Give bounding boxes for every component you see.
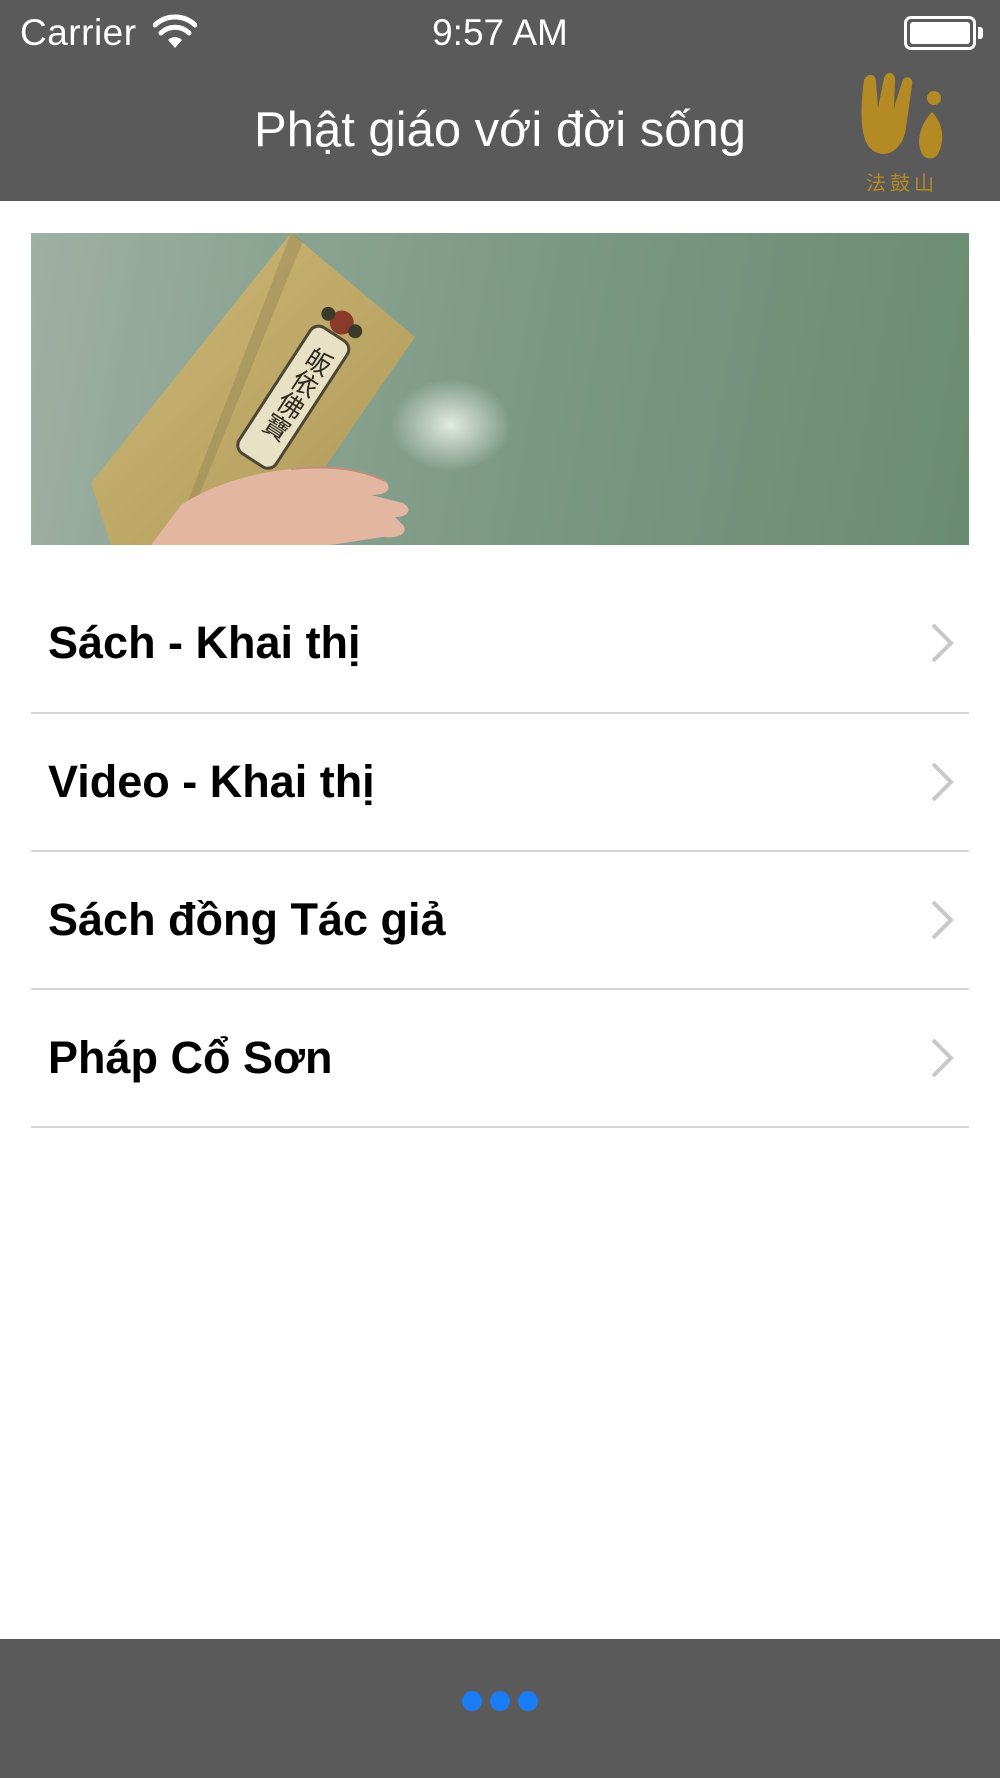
logo-text: 法鼓山 — [866, 173, 938, 195]
app-screen: Carrier 9:57 AM Phật giáo với đời sống 法… — [0, 0, 1000, 1778]
menu-item-dharma-drum[interactable]: Pháp Cổ Sơn — [31, 990, 969, 1128]
banner-image: 皈依佛寶 — [31, 233, 969, 545]
status-time: 9:57 AM — [432, 12, 568, 53]
dot — [490, 1691, 510, 1711]
menu-item-label: Pháp Cổ Sơn — [48, 1032, 333, 1083]
navigation-bar: Carrier 9:57 AM Phật giáo với đời sống 法… — [0, 0, 1000, 201]
menu-item-label: Sách đồng Tác giả — [48, 894, 446, 945]
menu-item-coauthored-books[interactable]: Sách đồng Tác giả — [31, 852, 969, 990]
chevron-right-icon — [931, 623, 954, 663]
dot — [518, 1691, 538, 1711]
menu-list: Sách - Khai thị Video - Khai thị Sách đồ… — [31, 574, 969, 1128]
bottom-bar — [0, 1639, 1000, 1778]
page-title: Phật giáo với đời sống — [254, 103, 746, 157]
menu-item-video-teachings[interactable]: Video - Khai thị — [31, 714, 969, 852]
menu-item-label: Sách - Khai thị — [48, 617, 361, 668]
chevron-right-icon — [931, 762, 954, 802]
dot — [462, 1691, 482, 1711]
chevron-right-icon — [931, 1038, 954, 1078]
dharma-drum-logo-icon: 法鼓山 — [854, 68, 950, 196]
more-dots-icon[interactable] — [0, 1691, 1000, 1711]
menu-item-label: Video - Khai thị — [48, 756, 375, 807]
battery-icon — [904, 16, 984, 50]
menu-item-books-teachings[interactable]: Sách - Khai thị — [31, 574, 969, 714]
chevron-right-icon — [931, 900, 954, 940]
